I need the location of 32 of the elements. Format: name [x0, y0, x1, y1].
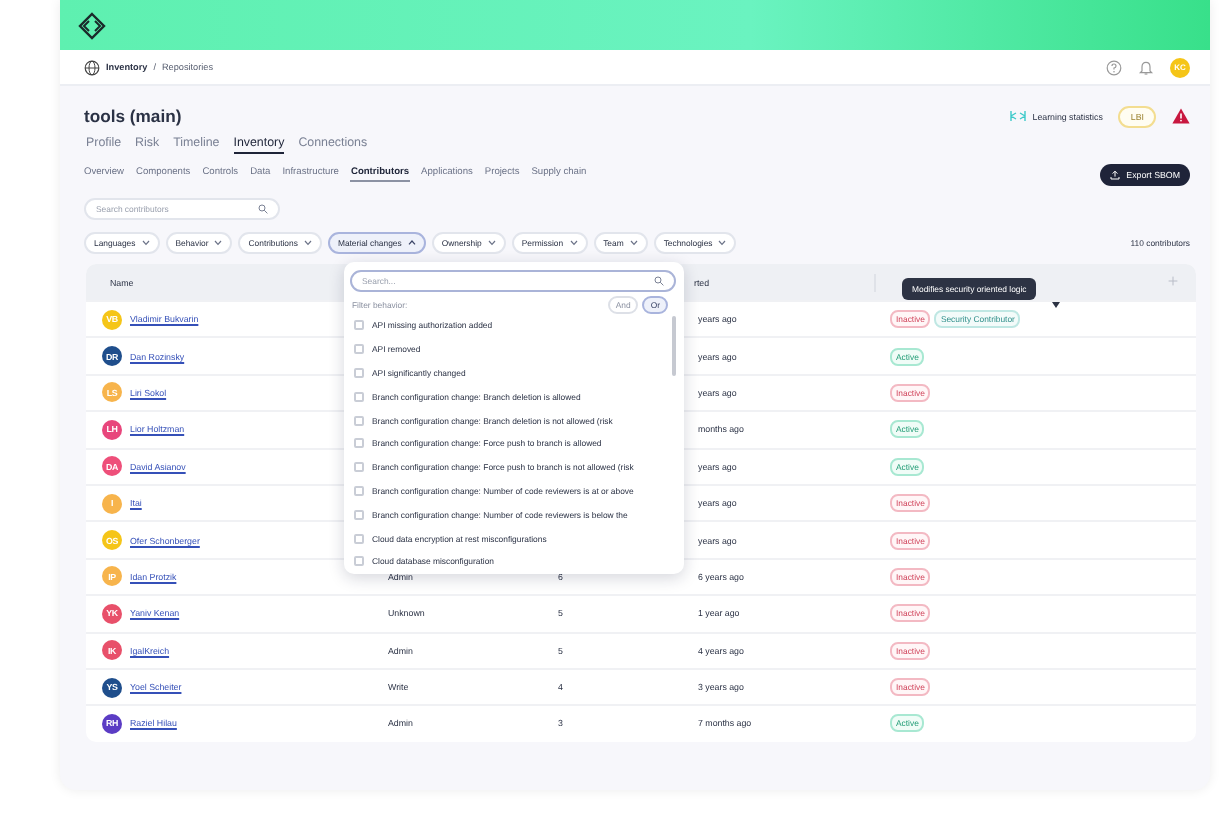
checkbox[interactable] — [354, 462, 364, 473]
upload-icon — [1110, 169, 1121, 179]
checkbox[interactable] — [354, 367, 364, 378]
checkbox[interactable] — [354, 485, 364, 496]
globe-icon — [84, 59, 100, 75]
checkbox[interactable] — [354, 391, 364, 402]
checkbox[interactable] — [354, 438, 364, 449]
checkbox[interactable] — [354, 509, 364, 520]
checkbox[interactable] — [354, 556, 364, 567]
checkbox[interactable] — [354, 344, 364, 355]
logo-icon — [78, 11, 106, 39]
search-icon — [258, 204, 268, 214]
tooltip-arrow-icon — [1052, 302, 1060, 308]
chevron-down-icon — [303, 240, 312, 246]
chevron-down-icon — [141, 240, 150, 246]
help-icon[interactable] — [1106, 59, 1122, 75]
checkbox[interactable] — [354, 415, 364, 426]
chevron-down-icon — [487, 240, 496, 246]
bell-icon[interactable] — [1138, 59, 1154, 75]
scrollbar[interactable] — [672, 316, 676, 376]
warning-icon — [1172, 108, 1190, 124]
chevron-down-icon — [569, 240, 578, 246]
checkbox[interactable] — [354, 320, 364, 331]
add-column-icon[interactable] — [1168, 276, 1178, 286]
page-title: tools (main) — [84, 106, 182, 126]
checkbox[interactable] — [354, 533, 364, 544]
chevron-down-icon — [629, 240, 638, 246]
chevron-up-icon — [407, 240, 416, 246]
chevron-down-icon — [718, 240, 727, 246]
chevron-down-icon — [214, 240, 223, 246]
signal-icon — [1010, 110, 1027, 122]
search-icon — [654, 276, 664, 286]
